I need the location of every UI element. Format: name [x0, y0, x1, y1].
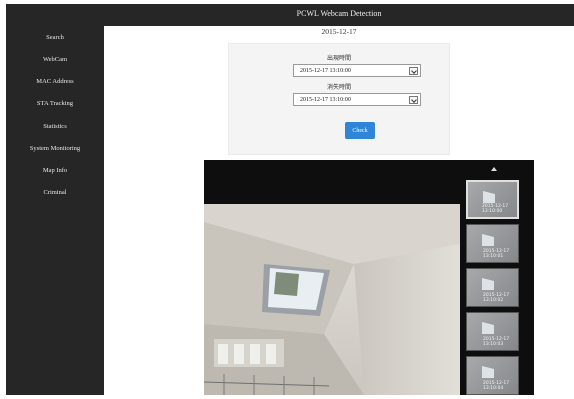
thumbnail-time: 13:10:03 [483, 342, 504, 347]
disappear-time-value: 2015-12-17 13:10:00 [300, 97, 351, 103]
thumbnail-item[interactable]: 2015-12-17 13:10:04 [466, 356, 519, 395]
sidebar-item-system-monitoring[interactable]: System Monitoring [6, 144, 104, 154]
appear-time-select[interactable]: 2015-12-17 13:10:00 [293, 64, 421, 77]
date-heading: 2015-12-17 [321, 27, 357, 36]
sidebar-item-sta-tracking[interactable]: STA Tracking [6, 99, 104, 109]
webcam-frame-image [204, 204, 460, 395]
sidebar-item-statistics[interactable]: Statistics [6, 122, 104, 132]
sidebar-item-mac-address[interactable]: MAC Address [6, 77, 104, 87]
sidebar: Search WebCam MAC Address STA Tracking S… [6, 4, 104, 395]
thumbnail-time: 13:10:04 [483, 386, 504, 391]
sidebar-item-map-info[interactable]: Map Info [6, 166, 104, 176]
thumbnail-item[interactable]: 2015-12-17 13:10:02 [466, 268, 519, 307]
chevron-down-icon[interactable] [409, 96, 418, 104]
image-icon [482, 278, 494, 290]
thumbnail-time: 13:10:00 [482, 209, 503, 214]
thumbnail-time: 13:10:02 [483, 298, 504, 303]
chevron-down-icon[interactable] [409, 67, 418, 75]
sidebar-item-webcam[interactable]: WebCam [6, 55, 104, 65]
disappear-time-select[interactable]: 2015-12-17 13:10:00 [293, 93, 421, 106]
thumbnail-time: 13:10:01 [483, 254, 504, 259]
room-scene-image [204, 204, 460, 395]
top-bar: PCWL Webcam Detection [104, 4, 574, 26]
sidebar-item-criminal[interactable]: Criminal [6, 188, 104, 198]
disappear-time-label: 消失時間 [326, 84, 351, 91]
webcam-viewer: 2015-12-17 13:10:00 2015-12-17 13:10:01 … [204, 160, 534, 395]
check-button[interactable]: Check [345, 122, 375, 139]
sidebar-item-search[interactable]: Search [6, 33, 104, 43]
app-title: PCWL Webcam Detection [296, 9, 382, 18]
app-window: Search WebCam MAC Address STA Tracking S… [6, 4, 574, 395]
appear-time-label: 出現時間 [326, 55, 351, 62]
appear-time-value: 2015-12-17 13:10:00 [300, 68, 351, 74]
thumbnail-item[interactable]: 2015-12-17 13:10:03 [466, 312, 519, 351]
image-icon [482, 322, 494, 334]
thumbnail-item[interactable]: 2015-12-17 13:10:00 [466, 180, 519, 219]
image-icon [482, 234, 494, 246]
scroll-up-icon[interactable] [491, 167, 497, 171]
time-range-form: 出現時間 2015-12-17 13:10:00 消失時間 2015-12-17… [228, 43, 450, 155]
thumbnail-item[interactable]: 2015-12-17 13:10:01 [466, 224, 519, 263]
image-icon [483, 191, 495, 203]
image-icon [482, 366, 494, 378]
